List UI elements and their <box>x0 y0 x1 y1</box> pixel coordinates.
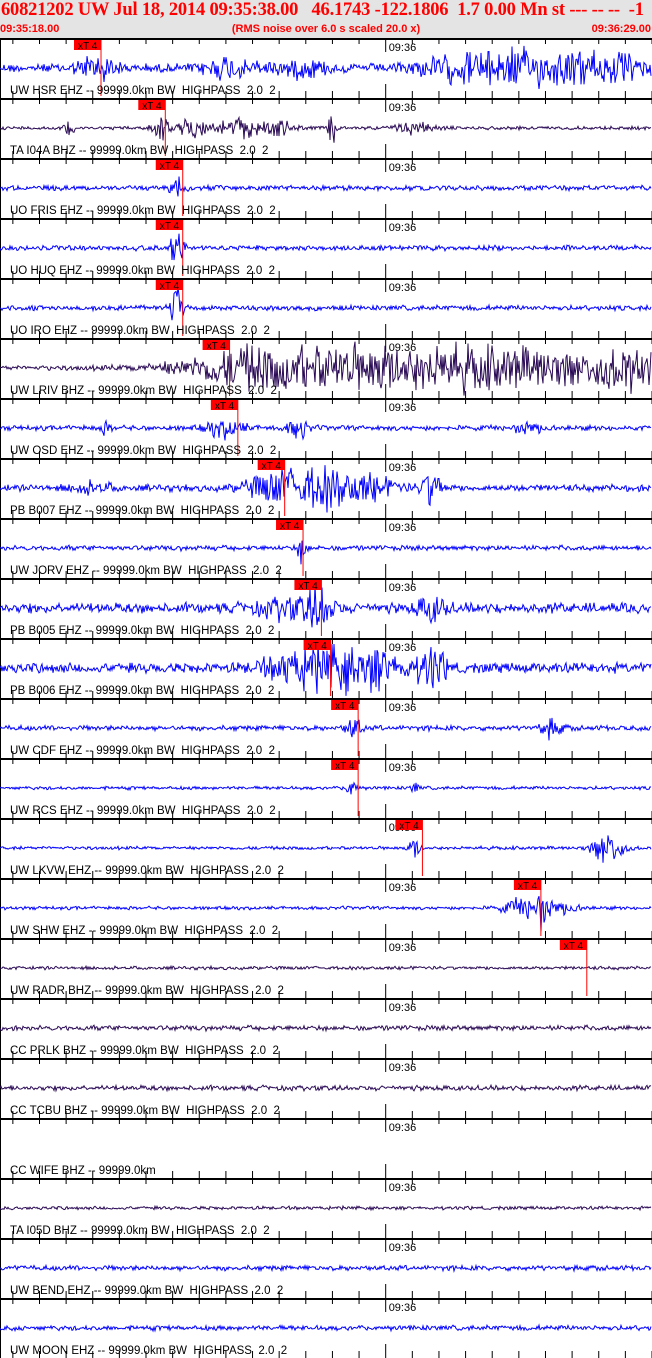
waveform-trace <box>0 1323 652 1333</box>
trace-label: UW JORV EHZ -- 99999.0km BW HIGHPASS 2.0… <box>10 565 282 577</box>
trace-label: UW BEND EHZ -- 99999.0km BW HIGHPASS 2.0… <box>10 1285 283 1297</box>
pick-marker-label: xT 4 <box>160 281 180 292</box>
minute-label: 09:36 <box>389 162 417 174</box>
pick-marker-label: xT 4 <box>160 221 180 232</box>
waveform-trace <box>0 717 652 741</box>
pick-marker-label: xT 4 <box>160 161 180 172</box>
pick-marker-label: xT 4 <box>215 401 235 412</box>
pick-marker-label: xT 4 <box>207 341 227 352</box>
waveform-trace <box>0 45 652 89</box>
trace-label: UO HUQ EHZ -- 99999.0km BW HIGHPASS 2.0 … <box>10 265 275 277</box>
minute-label: 09:36 <box>389 42 417 54</box>
trace-label: CC WIFE BHZ -- 99999.0km <box>10 1165 156 1177</box>
event-title: 60821202 UW Jul 18, 2014 09:35:38.00 46.… <box>1 0 644 20</box>
pick-marker-label: xT 4 <box>308 641 328 652</box>
minute-label: 09:36 <box>389 1242 417 1254</box>
trace-label: UW SHW EHZ -- 99999.0km BW HIGHPASS 2.0 … <box>10 925 278 937</box>
minute-label: 09:36 <box>389 1302 417 1314</box>
start-time: 09:35:18.00 <box>0 23 60 35</box>
trace-label: CC PRLK BHZ -- 99999.0km BW HIGHPASS 2.0… <box>10 1045 279 1057</box>
trace-label: PB B006 EHZ -- 99999.0km BW HIGHPASS 2.0… <box>10 685 274 697</box>
pick-marker-label: xT 4 <box>564 941 584 952</box>
waveform-trace <box>0 115 652 143</box>
trace-label: PB B007 EHZ -- 99999.0km BW HIGHPASS 2.0… <box>10 505 274 517</box>
minute-label: 09:36 <box>389 942 417 954</box>
trace-label: UW HSR EHZ -- 99999.0km BW HIGHPASS 2.0 … <box>10 85 276 97</box>
minute-label: 09:36 <box>389 222 417 234</box>
waveform-trace <box>0 781 652 795</box>
minute-label: 09:36 <box>389 702 417 714</box>
event-header: 60821202 UW Jul 18, 2014 09:35:38.00 46.… <box>0 0 652 38</box>
pick-marker-label: xT 4 <box>280 521 300 532</box>
minute-label: 09:36 <box>389 522 417 534</box>
trace-label: CC TCBU BHZ -- 99999.0km BW HIGHPASS 2.0… <box>10 1105 280 1117</box>
pick-marker-label: xT 4 <box>262 461 282 472</box>
trace-label: UW RCS EHZ -- 99999.0km BW HIGHPASS 2.0 … <box>10 805 276 817</box>
minute-label: 09:36 <box>389 762 417 774</box>
rms-noise-note: (RMS noise over 6.0 s scaled 20.0 x) <box>231 23 421 35</box>
minute-label: 09:36 <box>389 1062 417 1074</box>
waveform-trace <box>0 1263 652 1273</box>
trace-label: UW RADR BHZ -- 99999.0km BW HIGHPASS 2.0… <box>10 985 284 997</box>
trace-label: UW LRIV BHZ -- 99999.0km BW HIGHPASS 2.0… <box>10 385 277 397</box>
pick-marker-label: xT 4 <box>142 101 162 112</box>
pick-marker-label: xT 4 <box>518 881 538 892</box>
trace-label: UW CDF EHZ -- 99999.0km BW HIGHPASS 2.0 … <box>10 745 275 757</box>
waveform-trace <box>0 176 652 197</box>
trace-label: UO FRIS EHZ -- 99999.0km BW HIGHPASS 2.0… <box>10 205 276 217</box>
waveform-trace <box>0 418 652 441</box>
trace-label: TA I05D BHZ -- 99999.0km BW HIGHPASS 2.0… <box>10 1225 270 1237</box>
waveform-trace <box>0 964 651 971</box>
minute-label: 09:36 <box>389 642 417 654</box>
seismogram-panels: 09:36 xT 4 UW HSR EHZ -- 99999.0km BW HIGH… <box>0 38 652 1358</box>
pick-marker-label: xT 4 <box>78 41 98 52</box>
waveform-trace <box>0 835 652 863</box>
waveform-trace <box>0 1024 652 1033</box>
trace-label: PB B005 EHZ -- 99999.0km BW HIGHPASS 2.0… <box>10 625 274 637</box>
trace-label: TA I04A BHZ -- 99999.0km BW HIGHPASS 2.0… <box>10 145 268 157</box>
end-time: 09:36:29.00 <box>591 23 651 35</box>
minute-label: 09:36 <box>389 1002 417 1014</box>
pick-marker-label: xT 4 <box>298 581 318 592</box>
minute-label: 09:36 <box>389 462 417 474</box>
pick-marker-label: xT 4 <box>399 821 419 832</box>
trace-label: UW MOON EHZ -- 99999.0km BW HIGHPASS 2.0… <box>10 1345 287 1357</box>
trace-label: UO IRO EHZ -- 99999.0km BW HIGHPASS 2.0 … <box>10 325 270 337</box>
minute-label: 09:36 <box>389 282 417 294</box>
trace-label: UW LKVW EHZ -- 99999.0km BW HIGHPASS 2.0… <box>10 865 284 877</box>
minute-label: 09:36 <box>389 882 417 894</box>
pick-marker-label: xT 4 <box>335 761 355 772</box>
waveform-trace <box>0 287 652 321</box>
minute-label: 09:36 <box>389 102 417 114</box>
minute-label: 09:36 <box>389 1182 417 1194</box>
waveform-trace <box>0 1083 652 1093</box>
trace-label: UW OSD EHZ -- 99999.0km BW HIGHPASS 2.0 … <box>10 445 276 457</box>
minute-label: 09:36 <box>389 342 417 354</box>
waveform-trace <box>0 540 652 565</box>
waveform-trace <box>0 1204 652 1212</box>
minute-label: 09:36 <box>389 582 417 594</box>
pick-marker-label: xT 4 <box>335 701 355 712</box>
waveform-trace <box>0 233 652 261</box>
minute-label: 09:36 <box>389 402 417 414</box>
waveform-trace <box>0 584 652 628</box>
minute-label: 09:36 <box>389 1122 417 1134</box>
